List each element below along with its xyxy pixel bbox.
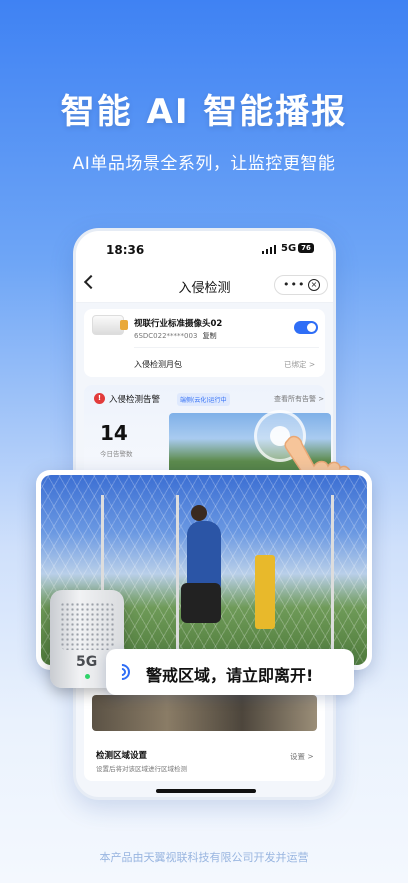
area-title: 检测区域设置 xyxy=(96,751,148,761)
divider xyxy=(134,347,319,348)
close-icon[interactable]: × xyxy=(308,279,320,291)
fence-post xyxy=(176,495,179,655)
voice-warning-toast: 警戒区域，请立即离开! xyxy=(106,649,354,695)
nav-bar: 入侵检测 ••• × xyxy=(76,267,333,303)
status-led xyxy=(85,674,90,679)
footer-text: 本产品由天翼视联科技有限公司开发并运营 xyxy=(99,851,309,864)
serial-number: 6SDC022*****003 xyxy=(134,332,198,340)
miniapp-capsule: ••• × xyxy=(274,275,328,295)
fence-post xyxy=(331,495,334,655)
hero-subtitle: AI单品场景全系列，让监控更智能 xyxy=(72,154,336,174)
intruder-legs xyxy=(181,583,221,623)
alert-icon: ! xyxy=(94,393,105,404)
home-indicator xyxy=(156,789,256,793)
view-all-alerts-link[interactable]: 查看所有告警 > xyxy=(274,394,324,404)
status-time: 18:36 xyxy=(106,243,145,257)
alert-title: 入侵检测告警 xyxy=(109,395,161,405)
network-label: 5G xyxy=(281,243,297,254)
area-subtitle: 设置后将对该区域进行区域检测 xyxy=(96,765,187,773)
yellow-post-pad xyxy=(255,555,275,629)
device-name: 视联行业标准摄像头02 xyxy=(134,319,223,329)
warning-text: 警戒区域，请立即离开! xyxy=(146,666,314,685)
camera-thumbnail xyxy=(92,315,128,335)
area-settings-link[interactable]: 设置 > xyxy=(290,751,314,762)
intruder-body xyxy=(187,521,221,591)
mode-badge: 端侧(云化)运行中 xyxy=(177,393,230,406)
more-icon[interactable]: ••• xyxy=(283,278,305,291)
plan-label: 入侵检测月包 xyxy=(134,360,182,369)
device-5g-label: 5G xyxy=(76,654,98,670)
alert-count: 14 xyxy=(100,421,128,445)
status-bar: 18:36 5G 76 xyxy=(76,231,333,267)
area-preview-image xyxy=(92,695,317,731)
signal-icon xyxy=(262,245,276,254)
intruder-head xyxy=(191,505,207,521)
device-serial: 6SDC022*****003 复制 xyxy=(134,331,217,341)
plan-status-link[interactable]: 已绑定 > xyxy=(284,359,315,370)
alert-count-label: 今日告警数 xyxy=(100,450,133,458)
battery-icon: 76 xyxy=(298,243,314,253)
device-card[interactable]: 视联行业标准摄像头02 6SDC022*****003 复制 入侵检测月包 已绑… xyxy=(84,309,325,377)
hero-title: 智能 AI 智能播报 xyxy=(60,92,348,132)
copy-link[interactable]: 复制 xyxy=(203,332,217,340)
speaker-wave-icon xyxy=(110,660,138,684)
detection-toggle[interactable] xyxy=(294,321,318,334)
